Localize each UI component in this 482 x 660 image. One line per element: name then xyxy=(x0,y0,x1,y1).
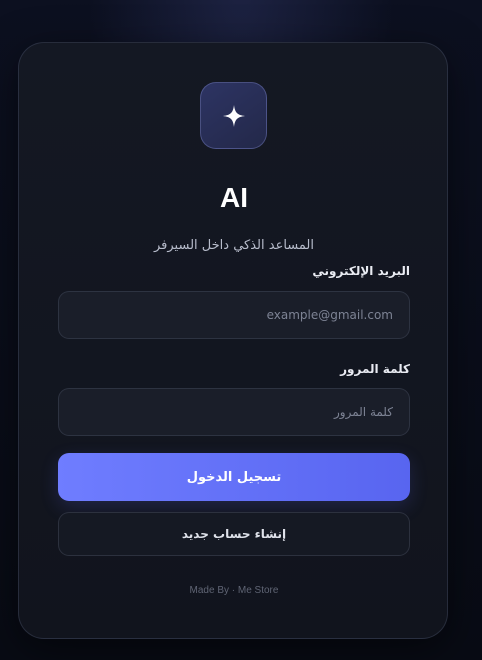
sparkle-icon xyxy=(222,104,245,127)
page-background: AI المساعد الذكي داخل السيرفر البريد الإ… xyxy=(0,0,482,660)
footer-credit: Made By · Me Store xyxy=(189,585,279,596)
app-title: AI xyxy=(220,182,248,213)
email-field[interactable] xyxy=(58,291,410,339)
password-field[interactable] xyxy=(58,388,410,436)
app-subtitle: المساعد الذكي داخل السيرفر xyxy=(154,238,314,253)
app-logo xyxy=(200,82,267,149)
create-account-button[interactable]: إنشاء حساب جديد xyxy=(58,512,410,556)
login-button[interactable]: تسجيل الدخول xyxy=(58,453,410,501)
email-label: البريد الإلكتروني xyxy=(312,264,410,278)
password-label: كلمة المرور xyxy=(340,362,410,376)
